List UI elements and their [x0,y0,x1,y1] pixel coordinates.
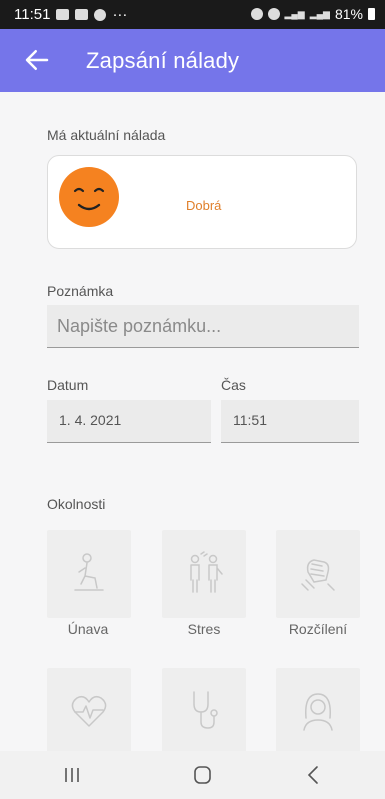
signal-1-icon: ▂▄▆ [284,8,305,19]
date-field[interactable]: 1. 4. 2021 [47,400,211,443]
app-bar: Zapsání nálady [0,29,385,92]
angry-fist-icon [301,559,335,591]
alarm-icon [250,8,263,20]
smiley-face-icon [59,167,119,227]
back-nav-icon[interactable] [293,761,333,789]
whatsapp-icon [94,8,107,21]
note-input[interactable] [47,305,359,347]
date-label: Datum [47,377,89,393]
time-field[interactable]: 11:51 [221,400,359,443]
stress-people-icon [190,551,223,593]
mood-label: Má aktuální nálada [47,127,166,143]
note-label: Poznámka [47,283,114,299]
back-arrow-icon[interactable] [22,45,52,75]
circumstance-woman[interactable] [276,668,360,756]
heart-pulse-icon [71,695,107,727]
circumstance-health[interactable] [47,668,131,756]
tired-person-icon [74,553,104,591]
time-value: 11:51 [233,412,267,428]
mood-card[interactable]: Dobrá [47,155,357,249]
battery-percent: 81% [334,6,363,22]
more-notifications: ··· [112,6,128,23]
system-nav-bar [0,751,385,799]
status-time: 11:51 [14,6,51,23]
circumstance-tiredness-label: Únava [67,621,109,637]
date-value: 1. 4. 2021 [59,412,122,428]
battery-icon [368,8,375,20]
page-title: Zapsání nálady [86,48,240,73]
woman-icon [303,693,333,731]
circumstance-anger[interactable] [276,530,360,618]
wifi-icon [267,8,280,20]
recent-apps-icon[interactable] [52,761,92,789]
signal-2-icon: ▂▄▆ [309,8,330,19]
note-field[interactable] [47,305,359,348]
circumstance-medical[interactable] [162,668,246,756]
circumstance-stress[interactable] [162,530,246,618]
time-label: Čas [221,377,246,393]
gallery-icon [56,9,70,20]
circumstance-anger-label: Rozčílení [288,621,348,637]
circumstance-stress-label: Stres [187,621,221,637]
home-icon[interactable] [182,761,222,789]
circumstance-tiredness[interactable] [47,530,131,618]
app-notification-icon [75,9,89,20]
stethoscope-icon [193,691,218,729]
circumstances-label: Okolnosti [47,496,106,512]
mood-value: Dobrá [186,198,222,213]
status-bar: 11:51 ··· ▂▄▆ ▂▄▆ 81% [0,0,385,29]
